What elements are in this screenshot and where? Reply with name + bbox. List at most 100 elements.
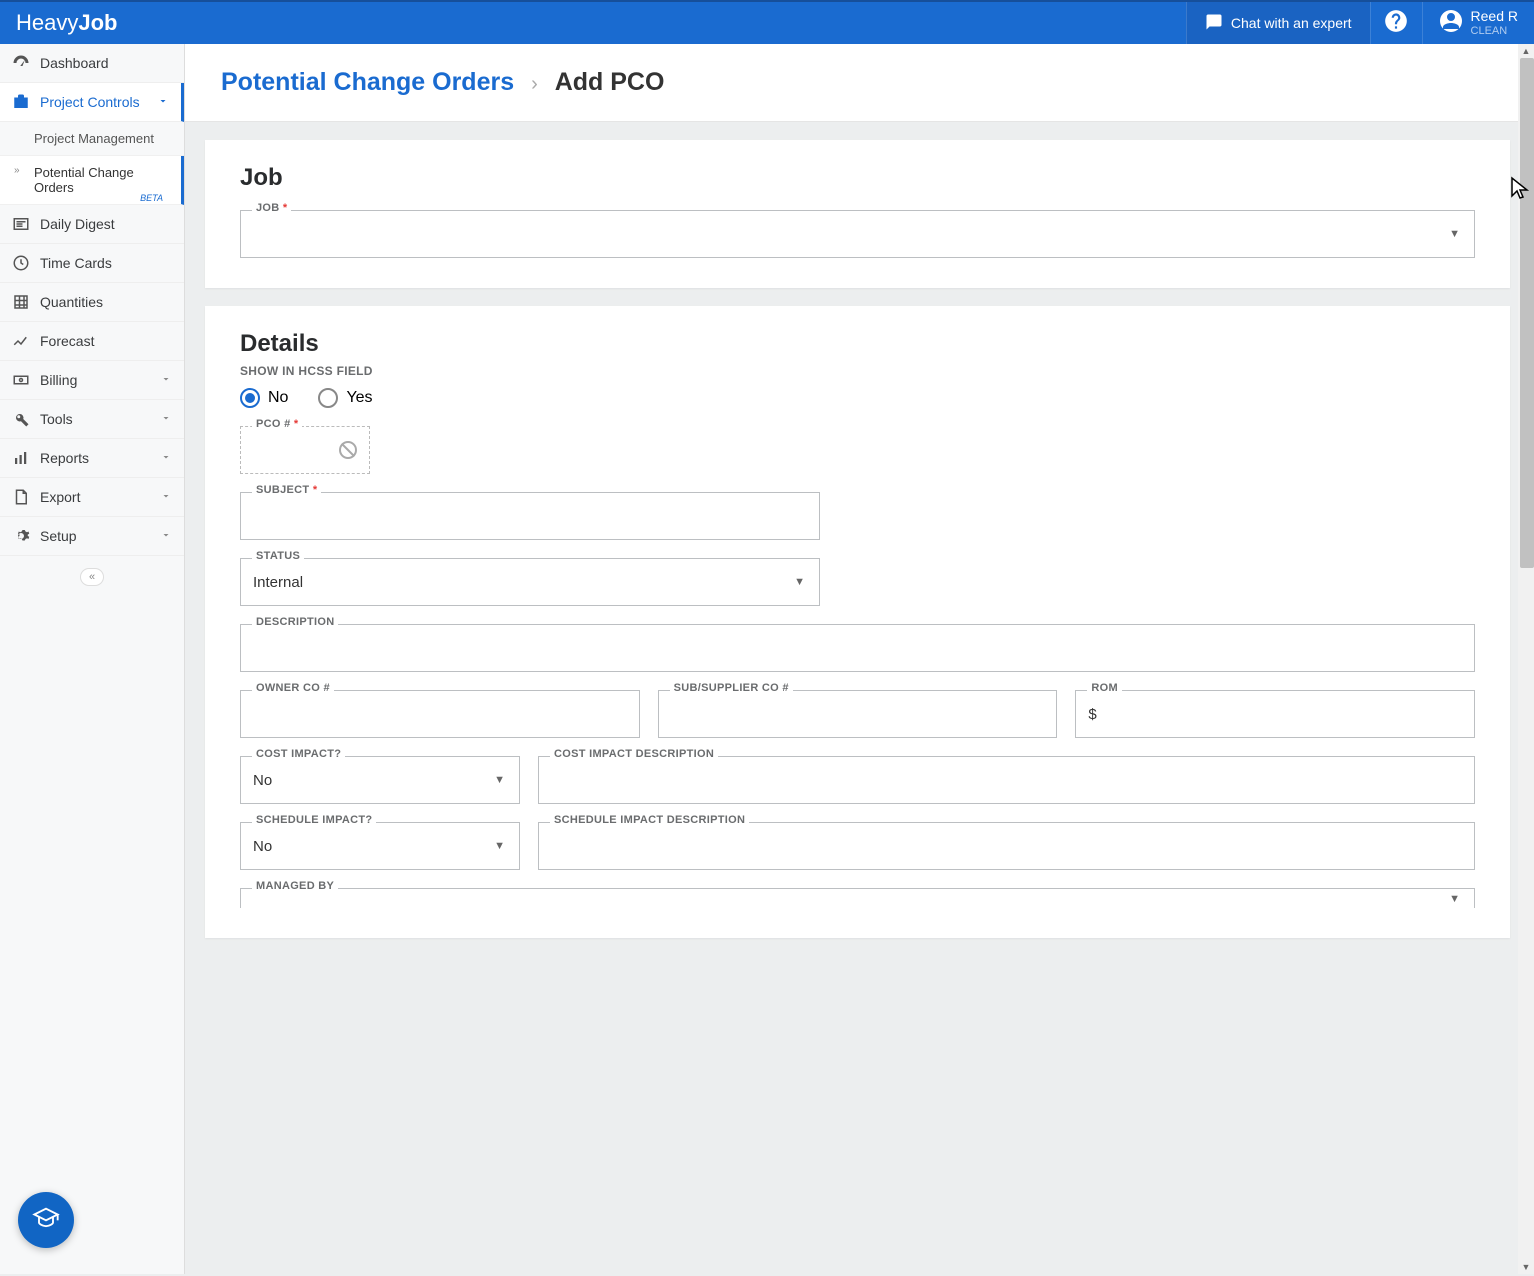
managed-by-dropdown[interactable]: ▼ (240, 888, 1475, 908)
nav-label: Daily Digest (40, 216, 115, 232)
chat-with-expert-button[interactable]: Chat with an expert (1186, 2, 1370, 44)
field-status: STATUS Internal ▼ (240, 558, 820, 606)
user-icon (1439, 9, 1463, 38)
description-input[interactable] (240, 624, 1475, 672)
status-dropdown[interactable]: Internal ▼ (240, 558, 820, 606)
top-bar: HeavyJob Chat with an expert Reed R CLEA… (0, 0, 1534, 44)
chevron-down-icon (160, 489, 172, 505)
user-name: Reed R (1471, 9, 1518, 24)
dropdown-caret-icon: ▼ (494, 774, 505, 786)
radio-icon (318, 388, 338, 408)
nav-label: Forecast (40, 333, 94, 349)
subnav-project-management[interactable]: Project Management (0, 122, 184, 156)
nav-billing[interactable]: Billing (0, 361, 184, 400)
breadcrumb-current: Add PCO (555, 68, 665, 96)
subnav-label: Potential Change Orders (34, 165, 134, 195)
scroll-up-arrow[interactable]: ▲ (1518, 44, 1534, 58)
field-label: SUBJECT * (252, 484, 321, 496)
field-label: COST IMPACT DESCRIPTION (550, 748, 718, 760)
scroll-down-arrow[interactable]: ▼ (1518, 1260, 1534, 1274)
trend-icon (12, 332, 30, 350)
breadcrumb: Potential Change Orders › Add PCO (185, 44, 1534, 122)
chevron-down-icon (160, 411, 172, 427)
field-label: SCHEDULE IMPACT DESCRIPTION (550, 814, 749, 826)
not-allowed-icon (339, 441, 357, 459)
nav-label: Export (40, 489, 80, 505)
sub-supplier-co-input[interactable] (658, 690, 1058, 738)
show-in-field-label: SHOW IN HCSS FIELD (240, 364, 1475, 378)
owner-co-input[interactable] (240, 690, 640, 738)
field-label: COST IMPACT? (252, 748, 345, 760)
field-label: PCO # * (252, 418, 302, 430)
show-in-field-radio-group: No Yes (240, 388, 1475, 408)
dropdown-value: No (253, 838, 272, 855)
dropdown-caret-icon: ▼ (494, 840, 505, 852)
nav-time-cards[interactable]: Time Cards (0, 244, 184, 283)
field-cost-impact-description: COST IMPACT DESCRIPTION (538, 756, 1475, 804)
field-description: DESCRIPTION (240, 624, 1475, 672)
field-owner-co: OWNER CO # (240, 690, 640, 738)
rom-prefix: $ (1088, 706, 1096, 723)
help-icon (1383, 8, 1409, 39)
subject-input[interactable] (240, 492, 820, 540)
dropdown-caret-icon: ▼ (1449, 893, 1460, 905)
nav-export[interactable]: Export (0, 478, 184, 517)
field-label: SUB/SUPPLIER CO # (670, 682, 793, 694)
nav-tools[interactable]: Tools (0, 400, 184, 439)
beta-badge: BETA (140, 193, 163, 203)
briefcase-icon (12, 93, 30, 111)
schedule-impact-desc-input[interactable] (538, 822, 1475, 870)
nav-project-controls[interactable]: Project Controls (0, 83, 184, 122)
chat-icon (1205, 13, 1223, 34)
nav-quantities[interactable]: Quantities (0, 283, 184, 322)
pco-number-input (240, 426, 370, 474)
field-pco-number: PCO # * (240, 426, 370, 474)
job-dropdown[interactable]: ▼ (240, 210, 1475, 258)
nav-label: Tools (40, 411, 73, 427)
nav-label: Dashboard (40, 55, 109, 71)
money-icon (12, 371, 30, 389)
sidebar: Dashboard Project Controls Project Manag… (0, 44, 185, 1274)
dropdown-caret-icon: ▼ (1449, 228, 1460, 240)
user-menu-button[interactable]: Reed R CLEAN (1422, 2, 1534, 44)
subnav-potential-change-orders[interactable]: » Potential Change Orders BETA (0, 156, 184, 205)
radio-yes[interactable]: Yes (318, 388, 372, 408)
radio-no[interactable]: No (240, 388, 288, 408)
rom-input[interactable]: $ (1075, 690, 1475, 738)
nav-daily-digest[interactable]: Daily Digest (0, 205, 184, 244)
nav-setup[interactable]: Setup (0, 517, 184, 556)
panel-job: Job JOB * ▼ (205, 140, 1510, 288)
nav-label: Billing (40, 372, 77, 388)
grid-icon (12, 293, 30, 311)
field-schedule-impact: SCHEDULE IMPACT? No ▼ (240, 822, 520, 870)
field-cost-impact: COST IMPACT? No ▼ (240, 756, 520, 804)
dropdown-value: No (253, 772, 272, 789)
scrollbar-thumb[interactable] (1520, 58, 1534, 568)
field-job: JOB * ▼ (240, 210, 1475, 258)
nav-forecast[interactable]: Forecast (0, 322, 184, 361)
field-sub-supplier-co: SUB/SUPPLIER CO # (658, 690, 1058, 738)
learning-fab-button[interactable] (18, 1192, 74, 1248)
field-label: OWNER CO # (252, 682, 334, 694)
field-label: SCHEDULE IMPACT? (252, 814, 376, 826)
gear-icon (12, 527, 30, 545)
bar-chart-icon (12, 449, 30, 467)
cost-impact-dropdown[interactable]: No ▼ (240, 756, 520, 804)
help-button[interactable] (1370, 2, 1422, 44)
status-value: Internal (253, 574, 303, 591)
nav-label: Project Controls (40, 94, 140, 110)
chevron-down-icon (160, 528, 172, 544)
breadcrumb-separator: › (531, 73, 538, 95)
field-label: JOB * (252, 202, 291, 214)
nav-reports[interactable]: Reports (0, 439, 184, 478)
user-info: Reed R CLEAN (1471, 9, 1518, 36)
field-rom: ROM $ (1075, 690, 1475, 738)
nav-dashboard[interactable]: Dashboard (0, 44, 184, 83)
scrollbar[interactable]: ▲ ▼ (1518, 44, 1534, 1274)
subnav-label: Project Management (34, 131, 154, 146)
breadcrumb-link-pco[interactable]: Potential Change Orders (221, 68, 514, 96)
app-logo: HeavyJob (16, 10, 117, 36)
schedule-impact-dropdown[interactable]: No ▼ (240, 822, 520, 870)
sidebar-collapse-button[interactable]: « (80, 568, 104, 586)
cost-impact-desc-input[interactable] (538, 756, 1475, 804)
